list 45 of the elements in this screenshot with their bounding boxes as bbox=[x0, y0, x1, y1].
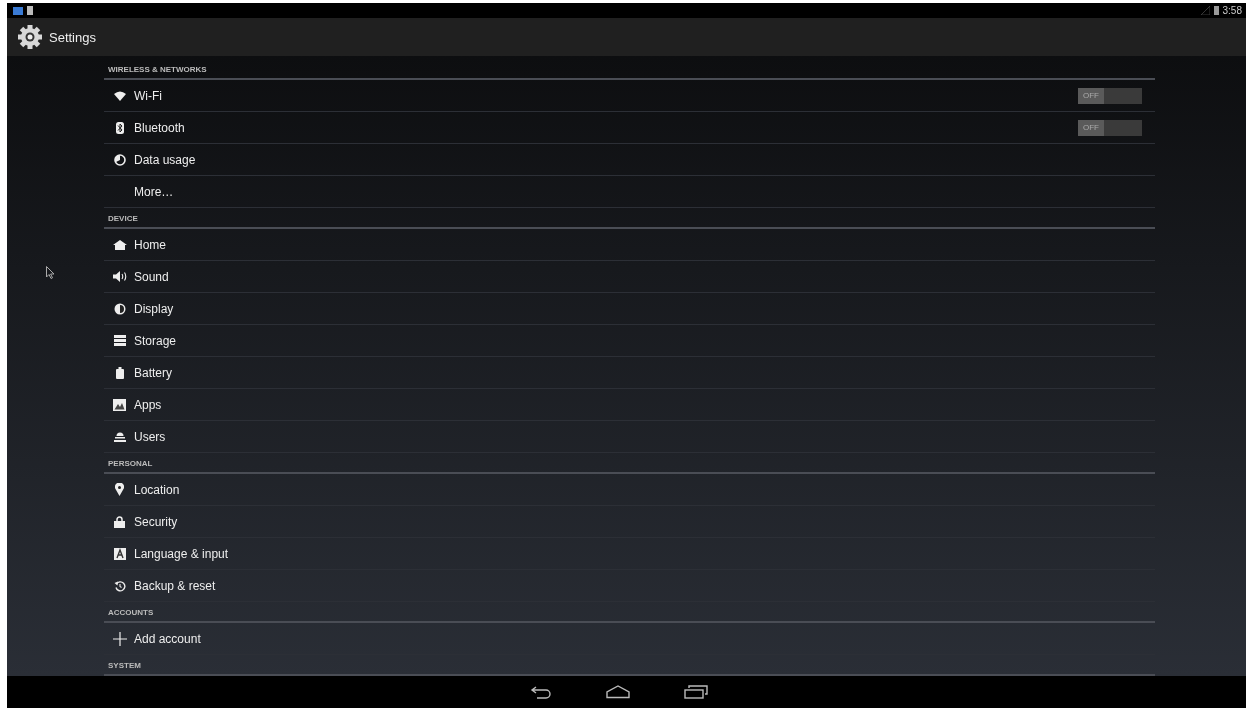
storage-icon bbox=[113, 335, 126, 346]
plus-icon bbox=[112, 631, 127, 646]
recent-apps-icon[interactable] bbox=[683, 685, 708, 699]
settings-item[interactable]: Sound bbox=[134, 269, 169, 284]
notification-icon bbox=[13, 6, 23, 15]
settings-item[interactable]: Backup & reset bbox=[134, 578, 216, 593]
speaker-icon bbox=[112, 271, 127, 282]
settings-item[interactable]: Language & input bbox=[134, 546, 229, 561]
section-header: PERSONAL bbox=[104, 453, 1155, 474]
settings-item[interactable]: Battery bbox=[134, 365, 172, 380]
settings-item[interactable]: Bluetooth bbox=[134, 120, 185, 135]
settings-item[interactable]: Storage bbox=[134, 333, 177, 348]
settings-item[interactable]: More… bbox=[134, 184, 174, 199]
battery-icon bbox=[115, 366, 124, 379]
back-icon[interactable] bbox=[529, 685, 552, 699]
section-header: ACCOUNTS bbox=[104, 602, 1155, 623]
settings-item[interactable]: Add account bbox=[134, 631, 201, 646]
user-icon bbox=[113, 431, 126, 442]
bluetooth-icon bbox=[115, 121, 124, 134]
image-icon bbox=[113, 398, 126, 411]
mouse-cursor-icon bbox=[46, 266, 55, 279]
settings-item[interactable]: Home bbox=[134, 237, 166, 252]
keyboard-letter-icon bbox=[113, 547, 126, 560]
battery-icon bbox=[1213, 6, 1219, 15]
section-header: DEVICE bbox=[104, 208, 1155, 229]
contrast-icon bbox=[113, 302, 126, 315]
settings-item[interactable]: Users bbox=[134, 429, 166, 444]
settings-item[interactable]: Data usage bbox=[134, 152, 196, 167]
settings-item[interactable]: Apps bbox=[134, 397, 162, 412]
settings-item[interactable]: Display bbox=[134, 301, 174, 316]
settings-item[interactable]: Wi-Fi bbox=[134, 88, 162, 103]
home-icon[interactable] bbox=[605, 685, 630, 699]
pie-chart-icon bbox=[113, 153, 126, 166]
status-time: 3:58 bbox=[1222, 5, 1242, 16]
wifi-icon bbox=[113, 90, 126, 101]
sd-card-icon bbox=[27, 6, 33, 15]
settings-item[interactable]: Security bbox=[134, 514, 178, 529]
settings-item[interactable]: Location bbox=[134, 482, 180, 497]
signal-icon bbox=[1200, 6, 1210, 15]
house-icon bbox=[112, 239, 127, 250]
restore-icon bbox=[113, 579, 126, 592]
map-pin-icon bbox=[115, 483, 124, 496]
lock-icon bbox=[114, 515, 125, 528]
section-header: WIRELESS & NETWORKS bbox=[104, 59, 1155, 80]
app-title: Settings bbox=[49, 29, 96, 45]
